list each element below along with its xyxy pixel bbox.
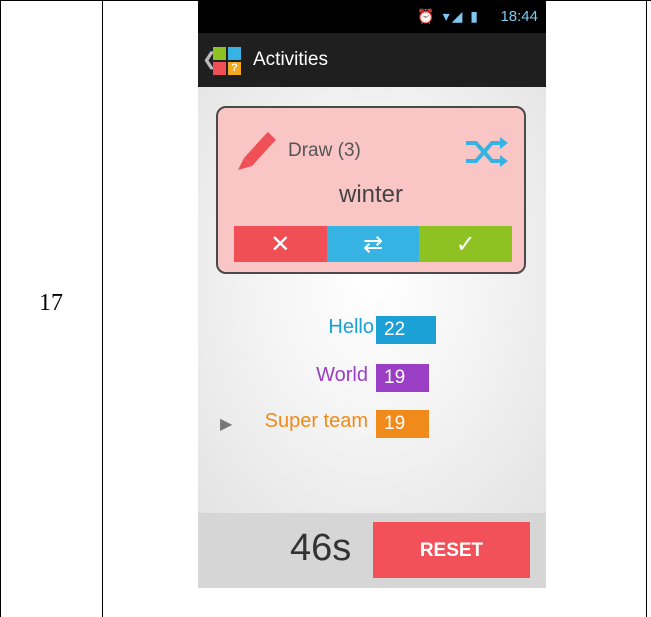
table-column-divider (102, 0, 103, 617)
status-time: 18:44 (500, 8, 538, 25)
team-row: World 19 (198, 364, 430, 392)
team-score: 22 (376, 316, 436, 344)
phone-screenshot: ⏰ ▾◢ ▮ 18:44 ❮ ? Activities Draw (3) win… (198, 0, 546, 588)
word-card: Draw (3) winter ✕ ⇄ ✓ (216, 106, 526, 274)
team-name: World (316, 364, 368, 386)
team-name: Hello (328, 316, 374, 338)
swap-button[interactable]: ⇄ (326, 226, 420, 262)
timer: 46s (290, 527, 352, 569)
status-icons: ⏰ ▾◢ ▮ (417, 8, 480, 24)
app-title: Activities (253, 49, 328, 70)
reject-button[interactable]: ✕ (234, 226, 327, 262)
accept-button[interactable]: ✓ (419, 226, 513, 262)
pencil-icon (238, 132, 276, 170)
team-score: 19 (376, 364, 429, 392)
table-right-border (646, 0, 647, 617)
team-score: 19 (376, 410, 429, 438)
team-row: Super team 19 (198, 410, 430, 438)
action-bar: ❮ ? Activities (198, 33, 546, 87)
status-bar: ⏰ ▾◢ ▮ 18:44 (198, 0, 546, 33)
team-row: Hello 22 (198, 316, 436, 344)
row-number: 17 (39, 290, 63, 316)
app-logo-icon[interactable]: ? (213, 47, 243, 77)
reset-button[interactable]: RESET (373, 522, 530, 578)
card-word: winter (338, 181, 404, 208)
team-name: Super team (264, 410, 368, 432)
card-category: Draw (3) (288, 140, 361, 161)
bottom-bar: 46s RESET (198, 513, 546, 588)
shuffle-icon[interactable] (464, 134, 508, 170)
card-action-buttons: ✕ ⇄ ✓ (234, 226, 513, 262)
